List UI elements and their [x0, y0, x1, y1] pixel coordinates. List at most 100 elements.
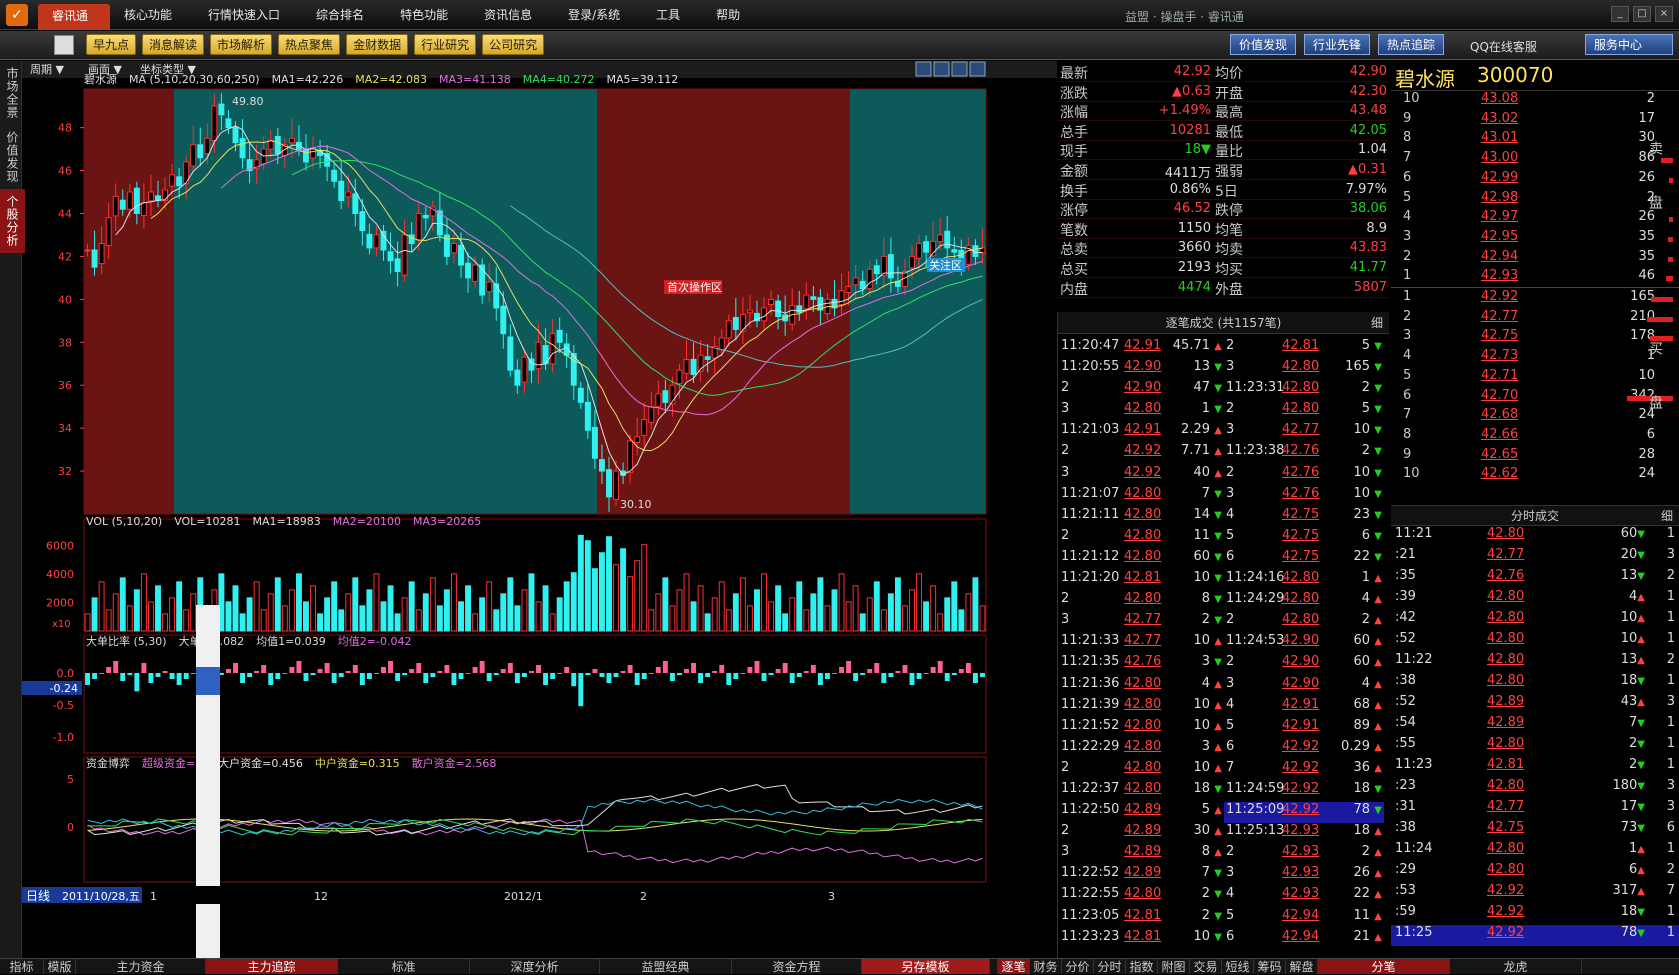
- minute-detail-button[interactable]: 细: [1661, 506, 1673, 526]
- bottom-tab[interactable]: 指数: [1126, 959, 1158, 974]
- bottom-tab[interactable]: 筹码: [1254, 959, 1286, 974]
- bid-level-index: 3: [1403, 328, 1412, 344]
- popup-scroll-thumb[interactable]: [196, 667, 220, 695]
- maximize-icon[interactable]: □: [1633, 6, 1651, 22]
- service-center-button[interactable]: 服务中心: [1585, 34, 1673, 55]
- feature-button[interactable]: 价值发现: [1230, 34, 1297, 55]
- candle-body: [951, 249, 958, 253]
- bottom-tab[interactable]: 主力资金: [76, 959, 206, 974]
- bottom-tab[interactable]: 短线: [1222, 959, 1254, 974]
- quick-button[interactable]: 早九点: [86, 34, 137, 55]
- bottom-tab[interactable]: 标准: [338, 959, 470, 974]
- bottom-tab[interactable]: 龙虎: [1450, 959, 1582, 974]
- bottom-tab[interactable]: 逐笔: [998, 959, 1030, 974]
- bottom-tab[interactable]: 益盟经典: [600, 959, 732, 974]
- big-order-bar: [233, 663, 238, 673]
- bottom-tab[interactable]: 资金方程: [732, 959, 862, 974]
- menu-item[interactable]: 资讯信息: [470, 0, 554, 30]
- bottom-tab[interactable]: 分价: [1062, 959, 1094, 974]
- bottom-tab[interactable]: 模版: [44, 959, 76, 974]
- menu-item[interactable]: 核心功能: [110, 0, 194, 30]
- menu-item[interactable]: 综合排名: [302, 0, 386, 30]
- feature-button[interactable]: 行业先锋: [1304, 34, 1371, 55]
- tick-volume: 30: [1193, 823, 1210, 839]
- bottom-tab[interactable]: 指标: [0, 959, 44, 974]
- tick-time: 3: [1061, 464, 1070, 480]
- popup-scrollbar[interactable]: [196, 605, 220, 966]
- feature-button[interactable]: 热点追踪: [1378, 34, 1445, 55]
- bottom-tab[interactable]: 附图: [1158, 959, 1190, 974]
- big-order-bar: [423, 673, 429, 683]
- tick-detail-button[interactable]: 细: [1371, 312, 1383, 334]
- ask-price: 43.01: [1481, 130, 1519, 146]
- volume-bar: [422, 593, 429, 632]
- menu-item[interactable]: 工具: [642, 0, 702, 30]
- big-order-bar: [324, 663, 330, 673]
- big-order-bar: [225, 669, 231, 673]
- minimize-icon[interactable]: _: [1611, 6, 1629, 22]
- chart-tool-icon[interactable]: [933, 61, 950, 77]
- bid-level-row: 10 42.62 24: [1391, 466, 1661, 487]
- bottom-tab[interactable]: 分时: [1094, 959, 1126, 974]
- bottom-tab[interactable]: 主力追踪: [206, 959, 338, 974]
- quick-button[interactable]: 消息解读: [142, 34, 205, 55]
- volume-bar: [901, 605, 908, 632]
- menu-item[interactable]: 登录/系统: [554, 0, 642, 30]
- candle-body: [507, 336, 514, 371]
- quick-button[interactable]: 行业研究: [414, 34, 477, 55]
- volume-bar: [450, 573, 457, 632]
- chart-tool-icon[interactable]: [951, 61, 968, 77]
- quote-row: 最新 42.92 均价 42.90: [1057, 61, 1389, 82]
- bottom-tab[interactable]: 解盘: [1286, 959, 1318, 974]
- bottom-tab[interactable]: 深度分析: [470, 959, 600, 974]
- kline-chart-area[interactable]: 周期 ▼ 画面 ▼ 坐标类型 ▼ 碧水源 MA (5,10,20,30,60,250) M…: [22, 61, 1057, 966]
- volume-bar: [338, 609, 345, 632]
- quick-button[interactable]: 热点聚焦: [278, 34, 341, 55]
- candle-body: [274, 135, 281, 154]
- candle-body: [422, 214, 429, 219]
- quick-button[interactable]: 市场解析: [210, 34, 273, 55]
- tick-row: 2 42.89 30 ▲: [1058, 823, 1224, 844]
- notebook-icon[interactable]: [54, 35, 74, 55]
- minute-volume: 7▼: [1581, 715, 1645, 730]
- menu-item[interactable]: 睿讯通: [38, 4, 111, 30]
- tick-price: 42.75: [1282, 506, 1320, 522]
- close-icon[interactable]: ×: [1655, 6, 1673, 22]
- volume-bar: [838, 573, 845, 632]
- quote-row: 涨跌 ▲0.63 开盘 42.30: [1057, 81, 1389, 102]
- quick-button[interactable]: 公司研究: [482, 34, 545, 55]
- kline-chart[interactable]: 周期 ▼ 画面 ▼ 坐标类型 ▼碧水源 MA (5,10,20,30,60,250) M…: [22, 61, 1057, 966]
- big-order-bar: [676, 673, 682, 675]
- period-selector[interactable]: 周期 ▼: [30, 63, 64, 76]
- fund-header-item: 资金博弈: [86, 756, 130, 770]
- bottom-tab[interactable]: 另存模板: [862, 959, 990, 974]
- bottom-tab[interactable]: 交易: [1190, 959, 1222, 974]
- candle-body: [394, 258, 401, 272]
- volume-bar: [267, 593, 274, 632]
- volume-bar: [542, 585, 549, 632]
- menu-item[interactable]: 帮助: [702, 0, 762, 30]
- chart-tool-icon[interactable]: [915, 61, 932, 77]
- stock-name: 碧水源: [1395, 67, 1455, 91]
- minute-trade-row: :31 42.77 17▼ 3: [1391, 799, 1679, 820]
- bid-price: 42.70: [1481, 387, 1519, 403]
- minute-time: :38: [1395, 673, 1416, 688]
- menu-item[interactable]: 特色功能: [386, 0, 470, 30]
- x-axis-tick-label: 12: [314, 890, 328, 903]
- chart-tool-icon[interactable]: [969, 61, 986, 77]
- volume-bar: [486, 581, 493, 632]
- qq-service-link[interactable]: QQ在线客服: [1470, 38, 1537, 55]
- bottom-tab[interactable]: 财务: [1030, 959, 1062, 974]
- tick-direction-icon: ▲: [1374, 657, 1382, 669]
- volume-bar: [246, 597, 253, 632]
- big-order-bar: [719, 665, 725, 673]
- minute-time: 11:25: [1395, 925, 1433, 940]
- menu-item[interactable]: 行情快速入口: [194, 0, 302, 30]
- candle-body: [768, 298, 775, 306]
- bottom-tab[interactable]: 分笔: [1318, 959, 1450, 974]
- quick-button[interactable]: 金财数据: [346, 34, 409, 55]
- tick-row: 2 42.80 11 ▼: [1058, 528, 1224, 549]
- big-order-bar: [888, 673, 894, 677]
- volume-axis-label: 6000: [46, 539, 74, 552]
- tick-direction-icon: ▼: [1214, 910, 1222, 922]
